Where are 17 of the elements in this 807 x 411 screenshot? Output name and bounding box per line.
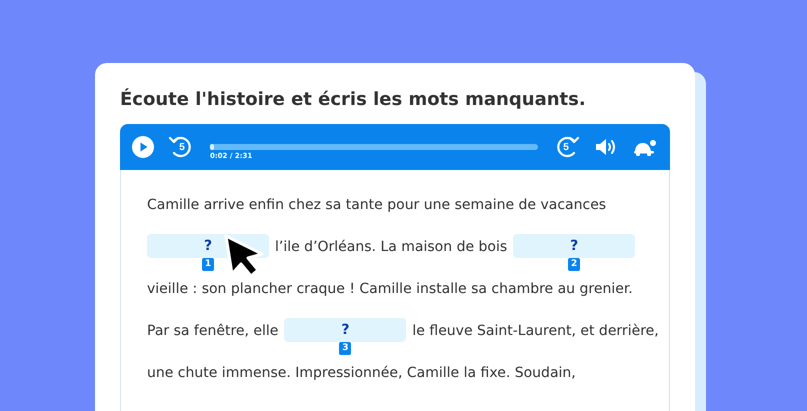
story-text: une chute immense. Impressionnée, Camille la fixe. Soudain, [147, 364, 576, 383]
slow-speed-button[interactable] [632, 137, 658, 157]
blank-number: 1 [202, 258, 214, 271]
forward-button[interactable]: 5 [552, 133, 580, 161]
answer-box[interactable]: ? [513, 234, 636, 258]
rewind-button[interactable]: 5 [168, 133, 196, 161]
answer-box[interactable]: ? [284, 318, 406, 342]
story-text: Camille arrive enfin chez sa tante pour une semaine de vacances [147, 196, 606, 215]
story-text: Par sa fenêtre, elle [147, 322, 278, 341]
play-button[interactable] [132, 136, 154, 158]
volume-button[interactable] [594, 136, 618, 158]
exercise-title: Écoute l'histoire et écris les mots manquants. [120, 89, 587, 110]
story-text: vieille : son plancher craque ! Camille installe sa chambre au grenier. [147, 280, 633, 299]
blank-number: 3 [339, 342, 352, 355]
story-text: le fleuve Saint-Laurent, et derrière, [412, 322, 659, 341]
story-text: l’ile d’Orléans. La maison de bois [275, 238, 508, 257]
blank-number: 2 [568, 258, 580, 271]
